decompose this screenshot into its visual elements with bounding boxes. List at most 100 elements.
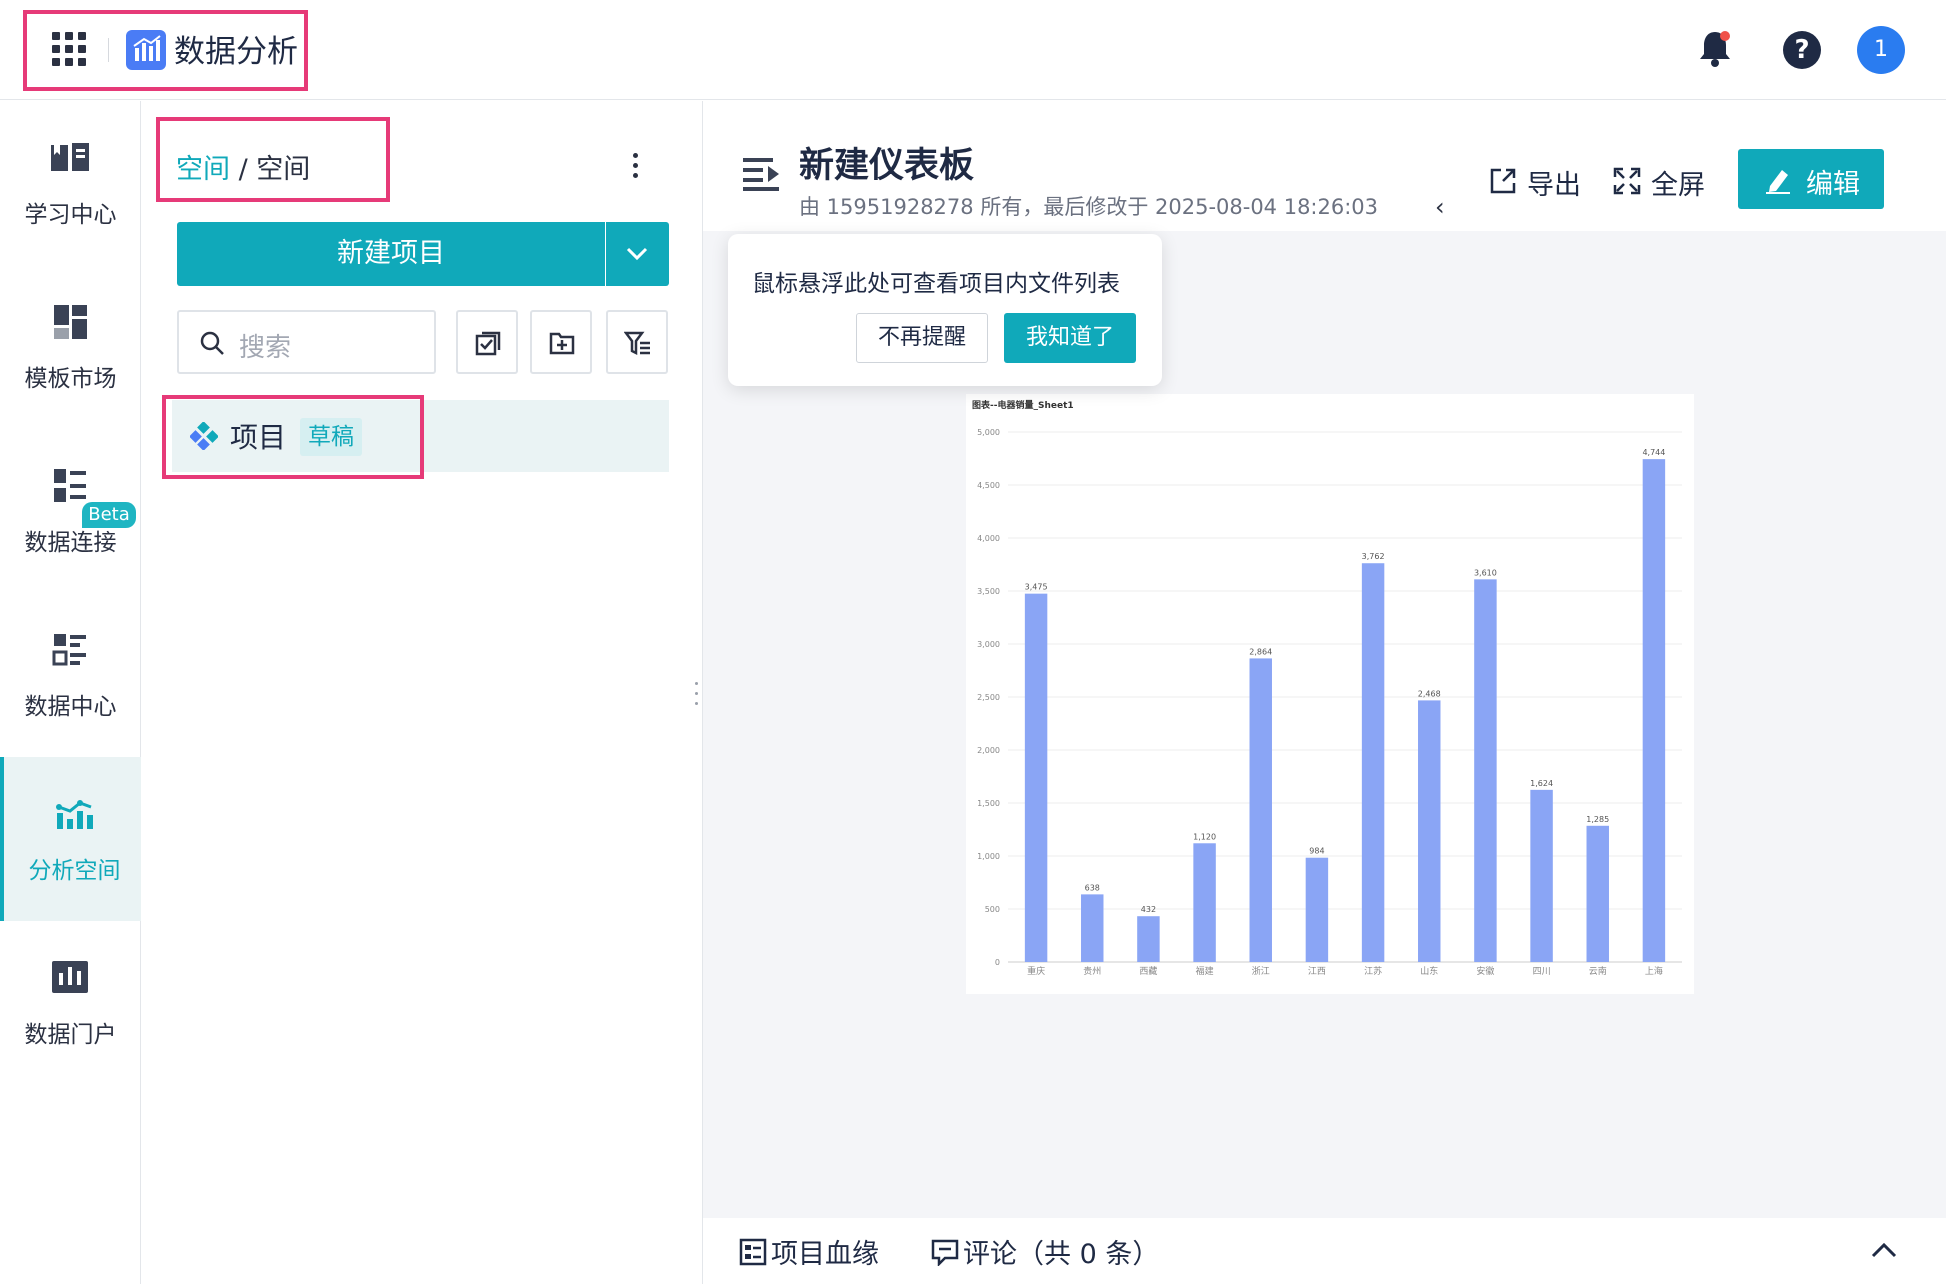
search-input[interactable]: 搜索 — [177, 310, 436, 374]
more-options-icon[interactable] — [632, 153, 640, 183]
chart-bar — [1024, 593, 1048, 962]
bar-chart: 图表--电器销量_Sheet1 0 500 1,000 1,500 2,000 2,500 3… — [972, 399, 1682, 977]
data-label: 1,624 — [1530, 779, 1553, 788]
dashboard-title: 新建仪表板 — [799, 146, 975, 186]
collapse-icon[interactable]: ‹ — [1435, 193, 1445, 221]
lineage-label: 项目血缘 — [771, 1239, 879, 1270]
chart-title: 图表--电器销量_Sheet1 — [972, 399, 1074, 411]
onboarding-popover: 鼠标悬浮此处可查看项目内文件列表 不再提醒 我知道了 — [728, 234, 1162, 386]
chart-bar — [1586, 825, 1609, 962]
chart-bar — [1305, 857, 1329, 962]
book-icon — [51, 143, 89, 171]
nav-label: 数据门户 — [24, 1022, 117, 1048]
data-label: 2,468 — [1418, 689, 1441, 698]
data-label: 3,762 — [1362, 552, 1385, 561]
data-label: 4,744 — [1642, 448, 1665, 457]
x-tick-label: 云南 — [1589, 965, 1607, 977]
x-tick-label: 贵州 — [1083, 965, 1101, 977]
app-title[interactable]: 数据分析 — [174, 26, 298, 71]
filter-icon — [624, 331, 650, 356]
bottom-bar: 项目血缘 评论（共 0 条） — [702, 1218, 1946, 1284]
chart-bar — [1249, 658, 1272, 962]
search-placeholder: 搜索 — [239, 333, 292, 363]
new-project-dropdown-button[interactable] — [606, 222, 669, 286]
chart-bar — [1193, 843, 1216, 962]
search-icon — [200, 331, 224, 355]
popover-text: 鼠标悬浮此处可查看项目内文件列表 — [752, 271, 1120, 297]
left-nav: 学习中心 模板市场 数据连接 数据中心 分析空间 数据门户 — [0, 101, 141, 1284]
x-tick-label: 上海 — [1645, 965, 1663, 977]
chart-bar — [1474, 579, 1497, 962]
fullscreen-label: 全屏 — [1651, 170, 1705, 201]
nav-label: 分析空间 — [28, 858, 121, 884]
y-tick-label: 4,500 — [977, 481, 1000, 490]
data-label: 3,610 — [1474, 568, 1497, 577]
nav-label: 模板市场 — [24, 366, 117, 392]
new-folder-button[interactable] — [530, 310, 592, 374]
x-tick-label: 重庆 — [1027, 965, 1045, 977]
template-icon — [54, 305, 87, 339]
avatar[interactable]: 1 — [1857, 26, 1905, 74]
folder-add-icon — [549, 332, 575, 355]
data-label: 3,475 — [1025, 583, 1048, 592]
x-tick-label: 江苏 — [1364, 965, 1382, 977]
y-tick-label: 1,500 — [977, 799, 1000, 808]
y-tick-label: 3,000 — [977, 640, 1000, 649]
x-tick-label: 江西 — [1308, 966, 1326, 977]
edit-button[interactable]: 编辑 — [1738, 149, 1884, 209]
app-root: 数据分析 ? 1 学习中心 模板市场 数据连接 数据中心 分析空间 数据门户 B… — [0, 0, 1946, 1284]
export-label: 导出 — [1527, 170, 1581, 201]
fullscreen-icon — [1613, 167, 1641, 195]
new-project-button[interactable]: 新建项目 — [177, 222, 605, 286]
filter-sort-button[interactable] — [606, 310, 668, 374]
chevron-up-icon[interactable] — [1869, 1240, 1899, 1260]
chevron-down-icon — [626, 247, 648, 261]
highlight-box-project — [162, 395, 424, 479]
dismiss-forever-button[interactable]: 不再提醒 — [856, 313, 988, 363]
breadcrumb-separator: / — [230, 154, 257, 185]
x-tick-label: 福建 — [1196, 965, 1214, 977]
data-label: 2,864 — [1249, 647, 1272, 656]
chart-bar — [1361, 563, 1385, 962]
comments-label: 评论（共 0 条） — [963, 1239, 1160, 1270]
chart-widget[interactable]: 图表--电器销量_Sheet1 0 500 1,000 1,500 2,000 2,500 3… — [966, 394, 1694, 994]
portal-icon — [52, 961, 88, 993]
comment-icon — [931, 1239, 959, 1266]
analysis-space-icon — [56, 800, 93, 829]
data-label: 638 — [1085, 883, 1100, 892]
bell-icon[interactable] — [1697, 28, 1733, 68]
nav-item-learning[interactable]: 学习中心 — [0, 101, 141, 265]
nav-item-portal[interactable]: 数据门户 — [0, 921, 141, 1085]
checkbox-icon — [475, 331, 501, 356]
multi-select-button[interactable] — [456, 310, 518, 374]
y-tick-label: 0 — [995, 958, 1000, 967]
y-tick-label: 500 — [985, 905, 1000, 914]
y-tick-label: 2,000 — [977, 746, 1000, 755]
x-tick-label: 安徽 — [1476, 965, 1494, 977]
file-list-toggle-icon[interactable] — [741, 155, 781, 191]
grid-apps-icon[interactable] — [52, 32, 86, 66]
x-tick-label: 四川 — [1533, 967, 1551, 977]
breadcrumb-root-link[interactable]: 空间 — [176, 154, 230, 185]
chart-bar — [1081, 894, 1104, 962]
y-tick-label: 3,500 — [977, 587, 1000, 596]
got-it-button[interactable]: 我知道了 — [1004, 313, 1136, 363]
nav-item-analysis-space[interactable]: 分析空间 — [0, 757, 141, 921]
top-bar: 数据分析 ? 1 — [0, 0, 1946, 100]
chart-bar — [1418, 700, 1441, 962]
lineage-icon — [739, 1238, 767, 1266]
y-tick-label: 4,000 — [977, 534, 1000, 543]
data-label: 984 — [1309, 847, 1324, 856]
nav-item-templates[interactable]: 模板市场 — [0, 265, 141, 429]
x-tick-label: 山东 — [1420, 965, 1438, 977]
data-label: 432 — [1141, 905, 1156, 914]
nav-label: 数据连接 — [24, 530, 117, 556]
beta-badge: Beta — [82, 502, 136, 528]
x-tick-label: 西藏 — [1139, 965, 1157, 977]
nav-item-data-center[interactable]: 数据中心 — [0, 593, 141, 757]
y-tick-label: 1,000 — [977, 852, 1000, 861]
help-icon[interactable]: ? — [1783, 31, 1821, 69]
breadcrumb: 空间 / 空间 — [176, 147, 310, 186]
dashboard-header: 新建仪表板 由 15951928278 所有，最后修改于 2025-08-04 … — [703, 101, 1946, 231]
nav-label: 数据中心 — [24, 694, 117, 720]
